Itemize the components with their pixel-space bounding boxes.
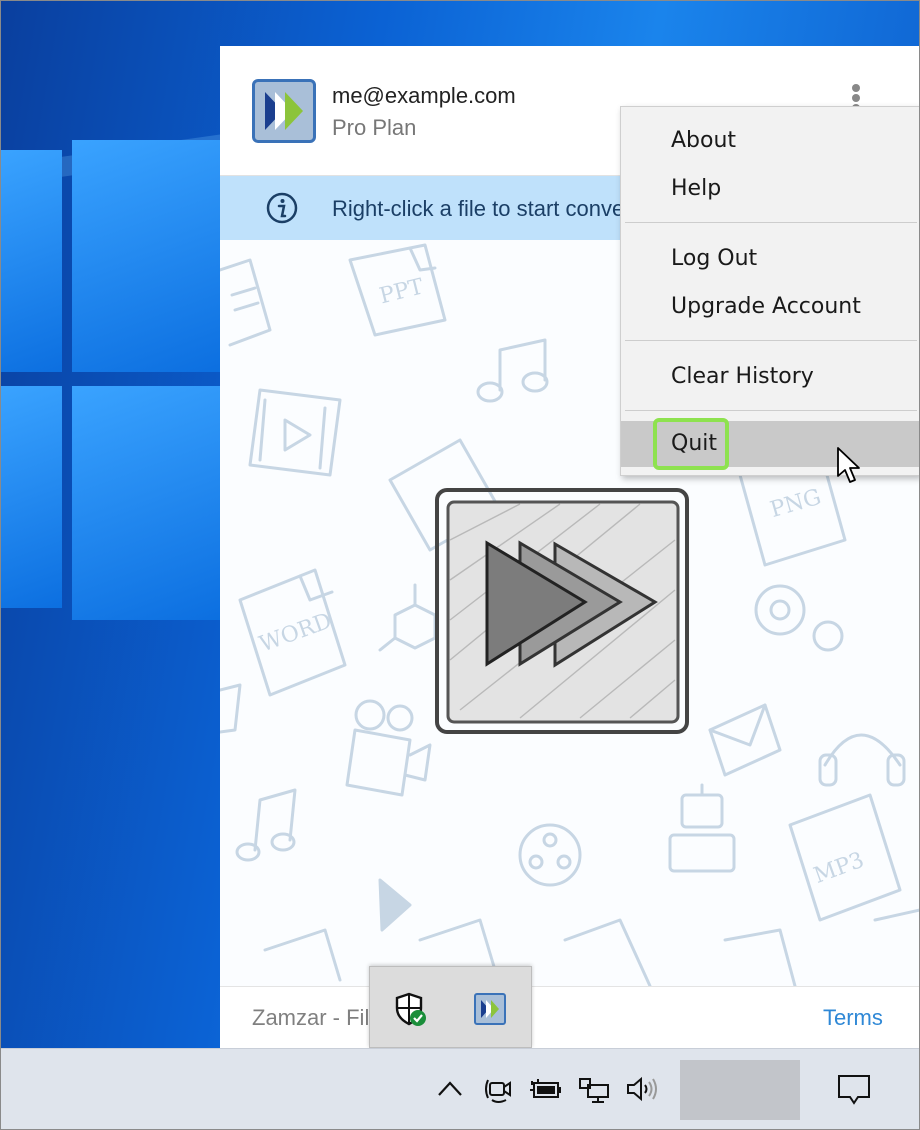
music-note-doodle-icon <box>235 788 297 862</box>
music-note-doodle-icon <box>476 338 549 403</box>
account-email: me@example.com <box>332 83 516 108</box>
zamzar-tray-icon[interactable] <box>474 993 506 1025</box>
robot-doodle-icon <box>668 783 736 873</box>
file-doodle-icon <box>873 908 920 922</box>
notification-center-icon[interactable] <box>836 1071 872 1107</box>
mouse-cursor-icon <box>837 447 860 483</box>
account-plan: Pro Plan <box>332 115 417 140</box>
clock-area[interactable] <box>680 1060 800 1120</box>
windows-logo-pane <box>0 386 62 608</box>
menu-separator <box>625 340 917 341</box>
menu-item-quit[interactable]: Quit <box>621 418 920 470</box>
video-camera-doodle-icon <box>345 699 432 797</box>
taskbar <box>0 1048 920 1130</box>
tray-overflow-popup <box>369 966 532 1048</box>
chevron-up-icon[interactable] <box>432 1071 468 1107</box>
terms-link[interactable]: Terms <box>823 1005 883 1031</box>
play-doodle-icon <box>378 878 412 932</box>
menu-item-upgrade-account[interactable]: Upgrade Account <box>621 284 920 330</box>
menu-item-log-out[interactable]: Log Out <box>621 236 920 282</box>
film-reel-doodle-icon <box>518 823 582 887</box>
info-icon <box>266 192 298 224</box>
windows-security-shield-icon[interactable] <box>394 991 428 1027</box>
video-file-doodle-icon <box>248 388 342 477</box>
windows-logo-pane <box>0 150 62 372</box>
word-doodle-label: WORD <box>256 608 335 657</box>
network-icon[interactable] <box>576 1071 612 1107</box>
ppt-doodle-label: PPT <box>377 274 426 309</box>
volume-icon[interactable] <box>624 1071 660 1107</box>
envelope-doodle-icon <box>708 703 782 777</box>
gear-doodle-icon <box>754 584 844 652</box>
png-doodle-label: PNG <box>767 485 824 523</box>
menu-item-clear-history[interactable]: Clear History <box>621 354 920 400</box>
ppt-file-doodle-icon <box>563 918 652 986</box>
windows-logo-pane <box>72 386 220 620</box>
zip-file-doodle-icon <box>723 928 797 986</box>
envelope-doodle-icon <box>220 683 242 734</box>
meet-now-camera-icon[interactable] <box>480 1071 516 1107</box>
menu-item-quit-label: Quit <box>671 431 717 456</box>
menu-item-help[interactable]: Help <box>621 166 920 212</box>
app-footer: Zamzar - File Converter Terms <box>220 986 920 1048</box>
menu-separator <box>625 410 917 411</box>
zamzar-logo-icon <box>252 79 316 143</box>
battery-charging-icon[interactable] <box>528 1071 564 1107</box>
menu-separator <box>625 222 917 223</box>
document-doodle-icon <box>220 258 272 347</box>
windows-logo-pane <box>72 140 220 372</box>
menu-item-about[interactable]: About <box>621 118 920 164</box>
zamzar-sketch-logo-icon <box>435 488 689 734</box>
info-banner-text: Right-click a file to start converting <box>332 196 668 221</box>
options-context-menu: About Help Log Out Upgrade Account Clear… <box>620 106 920 476</box>
mp3-doodle-label: MP3 <box>811 848 868 889</box>
folder-doodle-icon <box>263 928 342 982</box>
headphones-doodle-icon <box>818 733 906 787</box>
cube-doodle-icon <box>378 583 437 652</box>
